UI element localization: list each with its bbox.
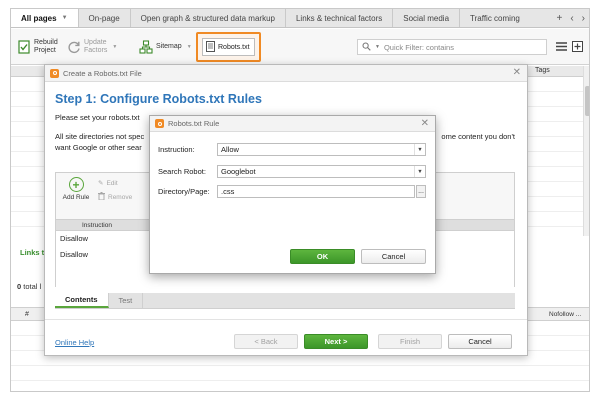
robots-txt-button[interactable]: Robots.txt [202, 38, 255, 56]
browse-button[interactable]: ... [416, 185, 426, 198]
update-factors-button[interactable]: Update Factors ▼ [67, 34, 117, 60]
finish-button[interactable]: Finish [378, 334, 442, 349]
add-column-icon[interactable] [571, 40, 583, 52]
remove-rule-button[interactable]: Remove [98, 192, 132, 202]
app-icon [50, 68, 59, 78]
search-robot-value: Googlebot [221, 167, 256, 176]
refresh-icon [67, 40, 81, 54]
quick-filter-placeholder: Quick Filter: contains [383, 42, 454, 52]
trash-icon [98, 192, 105, 202]
total-count: 0 [17, 282, 22, 291]
cancel-button[interactable]: Cancel [448, 334, 512, 349]
document-icon [206, 40, 215, 54]
tab-label: Traffic coming [470, 13, 520, 23]
directory-input[interactable] [217, 185, 415, 198]
rule-dialog-title-bar: Robots.txt Rule ✕ [150, 116, 435, 132]
tab-all-pages[interactable]: All pages ▼ [11, 9, 79, 27]
online-help-link[interactable]: Online Help [55, 338, 94, 347]
quick-filter[interactable]: ▼ Quick Filter: contains [357, 39, 547, 55]
add-tab-icon[interactable]: + [556, 13, 562, 24]
sitemap-button[interactable]: Sitemap ▼ [139, 34, 192, 60]
description-line-1: Please set your robots.txt [55, 113, 140, 122]
update-label: Update Factors [84, 39, 108, 54]
dialog-title-bar: Create a Robots.txt File ✕ [45, 65, 527, 82]
rule-row[interactable]: Disallow [60, 234, 88, 243]
tab-on-page[interactable]: On-page [79, 9, 131, 27]
search-robot-label: Search Robot: [158, 167, 206, 176]
back-button[interactable]: < Back [234, 334, 298, 349]
vertical-scrollbar[interactable] [583, 66, 589, 236]
chevron-down-icon[interactable]: ▼ [187, 43, 192, 51]
chevron-down-icon: ▼ [414, 166, 425, 177]
chevron-down-icon[interactable]: ▼ [375, 44, 380, 50]
tab-label: Links & technical factors [295, 13, 383, 23]
nofollow-column-header[interactable]: Nofollow ... [549, 311, 581, 318]
instruction-label: Instruction: [158, 145, 195, 154]
tab-label: Social media [403, 13, 450, 23]
rule-dialog-title: Robots.txt Rule [168, 119, 220, 128]
step-title: Step 1: Configure Robots.txt Rules [55, 92, 262, 106]
close-icon[interactable]: ✕ [513, 67, 521, 78]
rule-row[interactable]: Disallow [60, 250, 88, 259]
rebuild-icon [17, 40, 31, 54]
tab-links-technical[interactable]: Links & technical factors [286, 9, 394, 27]
tab-label: Open graph & structured data markup [140, 13, 275, 23]
description-line-2-right: ome content you don't [441, 132, 515, 141]
plus-icon: + [68, 177, 84, 192]
dialog-divider [45, 319, 527, 320]
rule-cancel-button[interactable]: Cancel [361, 249, 426, 264]
directory-label: Directory/Page: [158, 187, 210, 196]
chevron-down-icon: ▼ [414, 144, 425, 155]
ok-button[interactable]: OK [290, 249, 355, 264]
app-icon [155, 119, 164, 128]
add-rule-button[interactable]: + Add Rule [60, 177, 92, 207]
tab-social-media[interactable]: Social media [393, 9, 461, 27]
tab-controls: + ‹ › [550, 9, 589, 27]
rebuild-project-button[interactable]: Rebuild Project [17, 34, 58, 60]
sitemap-icon [139, 40, 153, 54]
tab-label: On-page [88, 13, 120, 23]
edit-rule-button[interactable]: ✎ Edit [98, 179, 118, 188]
total-links-label: 0 total l [17, 282, 41, 291]
total-text: total l [23, 282, 42, 291]
links-section-label: Links t [20, 248, 45, 257]
sitemap-label: Sitemap [156, 43, 182, 50]
edit-label: Edit [106, 179, 118, 187]
tab-test[interactable]: Test [109, 293, 144, 308]
tab-open-graph[interactable]: Open graph & structured data markup [131, 9, 286, 27]
chevron-down-icon[interactable]: ▼ [62, 15, 68, 21]
instruction-select[interactable]: Allow ▼ [217, 143, 426, 156]
pencil-icon: ✎ [98, 180, 104, 187]
remove-label: Remove [108, 193, 133, 201]
add-rule-label: Add Rule [62, 194, 90, 201]
next-button[interactable]: Next > [304, 334, 368, 349]
instruction-value: Allow [221, 145, 239, 154]
scrollbar-thumb[interactable] [585, 86, 589, 116]
content-tab-body [55, 309, 515, 317]
robots-txt-highlight: Robots.txt [196, 32, 261, 62]
menu-icon[interactable] [555, 40, 567, 52]
page-tab-strip: All pages ▼ On-page Open graph & structur… [11, 9, 589, 28]
tab-label: All pages [21, 13, 57, 23]
chevron-down-icon[interactable]: ▼ [112, 43, 117, 51]
description-line-2-left: All site directories not spec [55, 132, 145, 141]
tab-contents[interactable]: Contents [55, 293, 109, 308]
tab-prev-icon[interactable]: ‹ [570, 13, 573, 24]
description-line-3: want Google or other sear [55, 143, 142, 152]
hash-column-header[interactable]: # [25, 311, 29, 318]
close-icon[interactable]: ✕ [421, 118, 429, 129]
search-icon [362, 42, 371, 53]
robots-txt-label: Robots.txt [218, 43, 250, 51]
instruction-column-header[interactable]: Instruction [82, 222, 112, 229]
robots-rule-dialog: Robots.txt Rule ✕ Instruction: Allow ▼ S… [149, 115, 436, 274]
tags-column-header[interactable]: Tags [535, 67, 550, 74]
dialog-title: Create a Robots.txt File [63, 68, 142, 78]
tab-traffic-coming[interactable]: Traffic coming [460, 9, 530, 27]
rebuild-label: Rebuild Project [34, 39, 58, 54]
toolbar: Rebuild Project Update Factors ▼ Sitemap… [11, 29, 589, 65]
search-robot-select[interactable]: Googlebot ▼ [217, 165, 426, 178]
content-tabs: Contents Test [55, 293, 515, 309]
tab-next-icon[interactable]: › [582, 13, 585, 24]
